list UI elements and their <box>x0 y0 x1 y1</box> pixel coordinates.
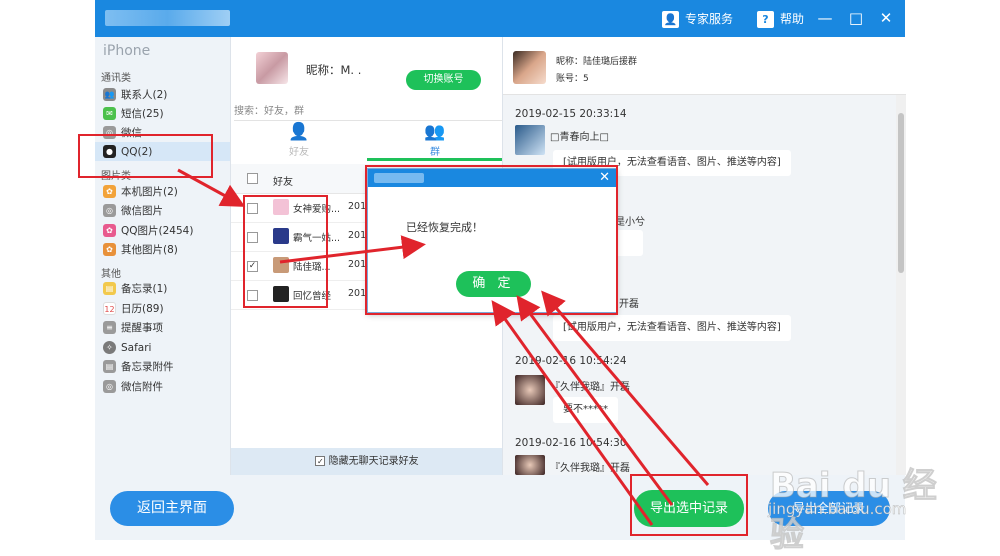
app-logo <box>105 10 230 26</box>
reminders-icon: ≡ <box>103 321 116 334</box>
sender-avatar <box>515 375 545 405</box>
sidebar-item-local-photos[interactable]: ✿ 本机图片(2) <box>95 182 230 201</box>
tab-friends[interactable]: 👤 好友 <box>231 121 367 161</box>
watermark-site: jingyan.baidu.com <box>768 500 907 519</box>
highlight-qq <box>78 134 213 178</box>
sidebar: iPhone 通讯类 👥 联系人(2) ✉ 短信(25) ◎ 微信 ● QQ(2) 图片… <box>95 37 230 475</box>
person-icon: 👤 <box>288 122 310 142</box>
sidebar-item-reminders[interactable]: ≡ 提醒事项 <box>95 318 230 337</box>
maximize-button[interactable]: □ <box>846 8 866 28</box>
device-name: iPhone <box>103 43 151 59</box>
sender-name: 『久伴我璐』开磊 <box>550 382 630 393</box>
message-bubble: 要不***** <box>553 397 618 423</box>
category-comm: 通讯类 <box>101 73 131 84</box>
sender-name: 是小兮 <box>615 217 645 228</box>
close-button[interactable]: ✕ <box>876 8 896 28</box>
select-all-checkbox[interactable] <box>247 173 258 184</box>
search-input[interactable]: 搜索：好友，群 <box>234 103 502 121</box>
highlight-dialog <box>365 165 618 315</box>
notes-attach-icon: ▤ <box>103 360 116 373</box>
sidebar-item-other-photos[interactable]: ✿ 其他图片(8) <box>95 240 230 259</box>
sidebar-item-wechat-photos[interactable]: ◎ 微信图片 <box>95 201 230 220</box>
safari-icon: ✧ <box>103 341 116 354</box>
category-other: 其他 <box>101 269 121 280</box>
message-timestamp: 2019-02-16 10:54:30 <box>515 437 627 449</box>
group-icon: 👥 <box>424 122 446 142</box>
sidebar-item-sms[interactable]: ✉ 短信(25) <box>95 104 230 123</box>
calendar-icon: 12 <box>103 302 116 315</box>
notes-icon: ▤ <box>103 282 116 295</box>
message-bubble: [试用版用户，无法查看语音、图片、推送等内容] <box>553 315 791 341</box>
highlight-rows <box>243 195 328 308</box>
sender-name: 『久伴我璐』开磊 <box>550 463 630 474</box>
sender-avatar <box>515 125 545 155</box>
chat-header: 昵称：陆佳璐后援群 账号：5 <box>503 37 906 95</box>
switch-account-button[interactable]: 切换账号 <box>406 70 481 90</box>
wechat-attach-icon: ◎ <box>103 380 116 393</box>
title-bar: 👤 专家服务 ? 帮助 — □ ✕ <box>95 0 905 37</box>
sidebar-item-qq-photos[interactable]: ✿ QQ图片(2454) <box>95 221 230 240</box>
photos-icon: ✿ <box>103 185 116 198</box>
back-to-main-button[interactable]: 返回主界面 <box>110 491 234 526</box>
baidu-watermark: Bai du 经验 jingyan.baidu.com <box>740 440 960 556</box>
sidebar-item-wechat-attachments[interactable]: ◎ 微信附件 <box>95 377 230 396</box>
hide-empty-toggle[interactable]: ✓ 隐藏无聊天记录好友 <box>231 448 503 475</box>
minimize-button[interactable]: — <box>815 8 835 28</box>
account-nickname: 昵称：M. . <box>306 63 362 77</box>
wechat-photo-icon: ◎ <box>103 204 116 217</box>
message-timestamp: 2019-02-16 10:54:24 <box>515 355 627 367</box>
hide-empty-checkbox[interactable]: ✓ <box>315 456 326 466</box>
sidebar-item-contacts[interactable]: 👥 联系人(2) <box>95 85 230 104</box>
group-account: 账号：5 <box>556 74 589 84</box>
sidebar-item-notes-attachments[interactable]: ▤ 备忘录附件 <box>95 357 230 376</box>
sidebar-item-calendar[interactable]: 12 日历(89) <box>95 299 230 318</box>
chat-scrollbar-thumb[interactable] <box>898 113 904 273</box>
expert-service-icon: 👤 <box>662 10 679 28</box>
contacts-icon: 👥 <box>103 88 116 101</box>
expert-service-button[interactable]: 👤 专家服务 <box>662 9 733 29</box>
help-icon: ? <box>757 10 774 28</box>
sender-avatar <box>515 455 545 475</box>
sidebar-item-notes[interactable]: ▤ 备忘录(1) <box>95 279 230 298</box>
help-button[interactable]: ? 帮助 <box>757 9 804 29</box>
group-avatar <box>513 51 546 84</box>
sidebar-item-safari[interactable]: ✧ Safari <box>95 338 230 357</box>
account-avatar <box>256 52 288 84</box>
message-timestamp: 2019-02-15 20:33:14 <box>515 108 627 120</box>
sms-icon: ✉ <box>103 107 116 120</box>
qq-photo-icon: ✿ <box>103 224 116 237</box>
highlight-export <box>630 474 748 536</box>
tab-groups[interactable]: 👥 群 <box>367 121 503 161</box>
column-friend: 好友 <box>273 177 293 188</box>
group-nickname: 昵称：陆佳璐后援群 <box>556 57 638 67</box>
other-photo-icon: ✿ <box>103 243 116 256</box>
sender-name: 开磊 <box>619 299 639 310</box>
sender-name: □青春向上□ <box>550 132 609 143</box>
